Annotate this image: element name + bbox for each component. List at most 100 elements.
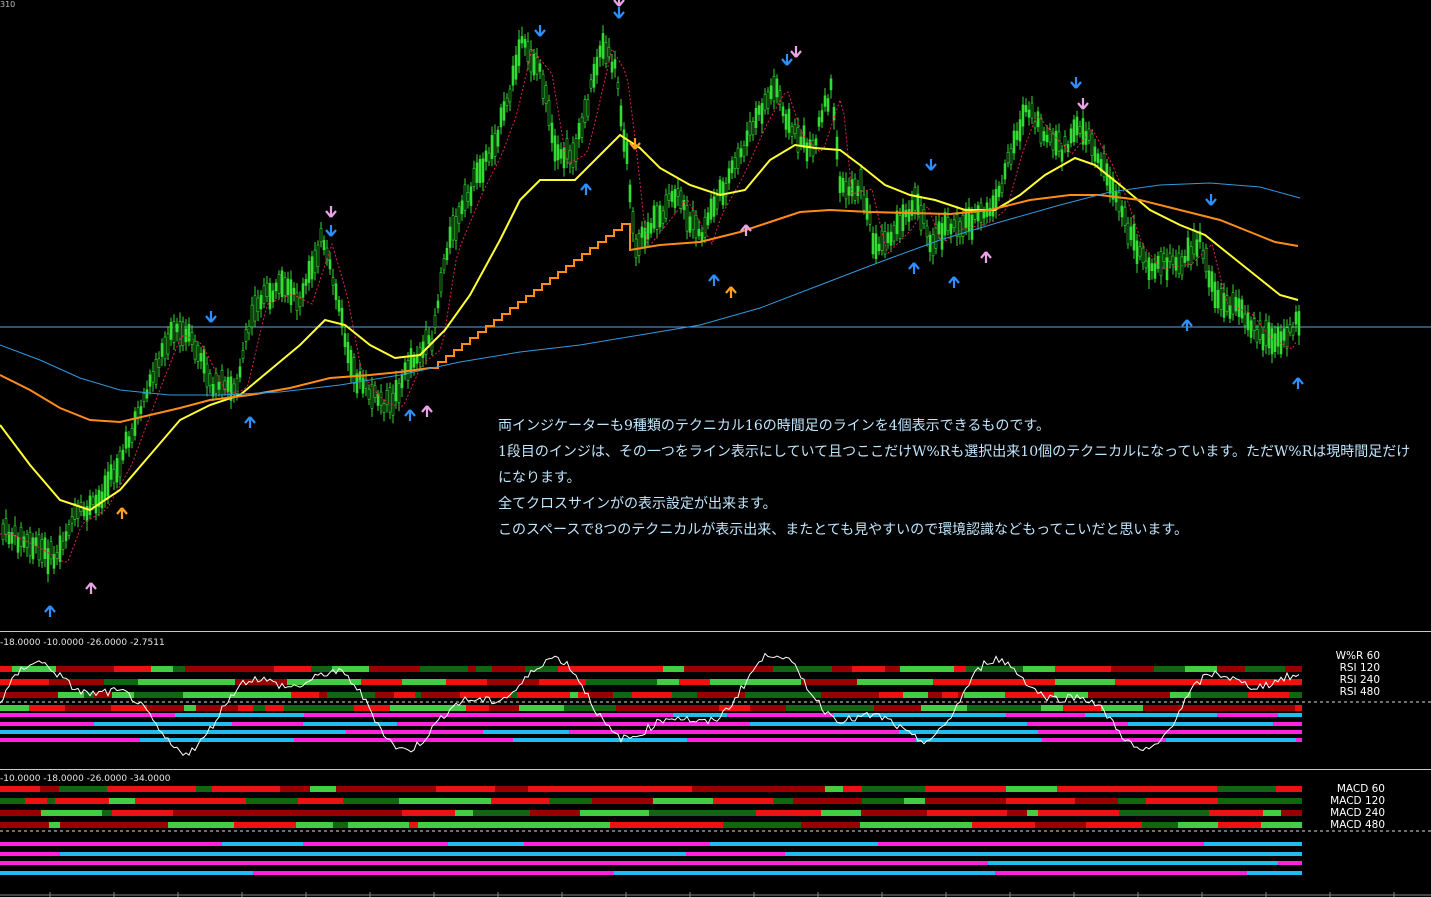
legend-rsi-240: RSI 240 [1339, 674, 1380, 686]
candle-body [685, 205, 689, 232]
ind2-state-bar [1119, 810, 1187, 816]
candle-body [1189, 246, 1193, 265]
candle-body [283, 277, 287, 297]
candle-body [154, 358, 158, 385]
ind1-state-bar [420, 666, 468, 672]
candle-body [664, 194, 668, 219]
ind1-state-bar [670, 705, 719, 711]
arrow-up-icon [948, 276, 960, 288]
ind2-state-bar [1038, 810, 1067, 816]
ind1-state-bar [29, 705, 65, 711]
candle-body [181, 321, 185, 347]
ind1-state-bar [1115, 679, 1148, 685]
ind2-state-bar [212, 786, 280, 792]
ind2-state-bar [860, 822, 871, 828]
ind1-state-bar [369, 666, 420, 672]
candle-body [1, 523, 5, 541]
ind2-trend-bar [995, 871, 1247, 875]
ind1-state-bar [801, 679, 857, 685]
ind2-trend-bar [253, 871, 409, 875]
candle-body [577, 123, 581, 140]
candle-body [478, 158, 482, 184]
candle-body [211, 383, 215, 397]
ind1-trend-bar [1049, 713, 1085, 717]
ind1-state-bar [394, 692, 415, 698]
ind2-state-bar [168, 822, 234, 828]
ind1-state-bar [762, 679, 801, 685]
indicator-panel-2[interactable] [0, 771, 1431, 897]
candle-body [547, 100, 551, 126]
candle-body [691, 210, 695, 231]
ind1-state-bar [487, 679, 539, 685]
ind2-state-bar [1118, 798, 1146, 804]
ind2-trend-bar [54, 871, 253, 875]
ind2-state-bar [409, 822, 418, 828]
ind1-trend-bar [872, 722, 1027, 726]
candle-body [1006, 152, 1010, 164]
ind1-state-bar [354, 705, 390, 711]
candle-body [481, 158, 485, 183]
candle-body [412, 357, 416, 368]
candle-body [433, 315, 437, 328]
candle-body [463, 184, 467, 211]
candle-body [28, 531, 32, 557]
candle-body [742, 144, 746, 157]
ind2-state-bar [491, 798, 549, 804]
ind2-state-bar [552, 822, 610, 828]
candle-body [613, 59, 617, 69]
ind1-state-bar [138, 679, 153, 685]
candle-body [607, 46, 611, 58]
ind2-state-bar [1209, 810, 1263, 816]
arrow-down-icon [534, 25, 546, 37]
candle-body [13, 525, 17, 536]
ind2-trend-bar [0, 871, 54, 875]
arrow-up-icon [44, 605, 56, 617]
candle-body [40, 539, 44, 563]
candle-body [940, 223, 944, 250]
ind2-state-bar [47, 798, 55, 804]
candle-body [1042, 131, 1046, 141]
ind1-state-bar [0, 666, 12, 672]
ind1-state-bar [632, 692, 672, 698]
ind2-state-bar [495, 786, 528, 792]
ind2-state-bar [757, 786, 825, 792]
ind2-trend-bar [279, 861, 463, 865]
ind1-state-bar [517, 692, 570, 698]
candle-body [121, 449, 125, 461]
arrow-down-icon [781, 54, 793, 66]
ind2-state-bar [610, 822, 669, 828]
ind1-state-bar [1055, 666, 1111, 672]
candle-body [544, 85, 548, 104]
ind2-trend-bar [811, 861, 988, 865]
candle-body [178, 321, 182, 347]
ind1-trend-bar [94, 722, 156, 726]
candle-body [625, 141, 629, 164]
ind2-trend-bar [995, 842, 1037, 846]
candle-body [553, 135, 557, 162]
candle-body [1069, 128, 1073, 144]
ind2-state-bar [821, 810, 861, 816]
panel-separator-1[interactable] [0, 631, 1431, 632]
ind1-state-bar [147, 705, 184, 711]
candle-body [217, 381, 221, 390]
ind2-state-bar [1007, 810, 1027, 816]
indicator-panel-1[interactable] [0, 633, 1431, 769]
arrow-up-icon [725, 286, 737, 298]
ind1-trend-bar [444, 713, 581, 717]
ind2-state-bar [756, 810, 821, 816]
candle-body [1144, 260, 1148, 269]
ind1-state-bar [1088, 692, 1137, 698]
ind1-state-bar [1077, 705, 1101, 711]
candle-body [538, 63, 542, 72]
candle-body [886, 232, 890, 244]
candle-body [535, 57, 539, 75]
ind1-state-bar [336, 705, 354, 711]
arrow-down-icon [1077, 98, 1089, 110]
candle-body [799, 136, 803, 147]
panel-separator-2[interactable] [0, 769, 1431, 770]
ind1-state-bar [466, 705, 489, 711]
candle-body [1249, 320, 1253, 338]
ind1-trend-bar [581, 713, 633, 717]
ind2-state-bar [0, 810, 41, 816]
candle-body [1012, 130, 1016, 154]
